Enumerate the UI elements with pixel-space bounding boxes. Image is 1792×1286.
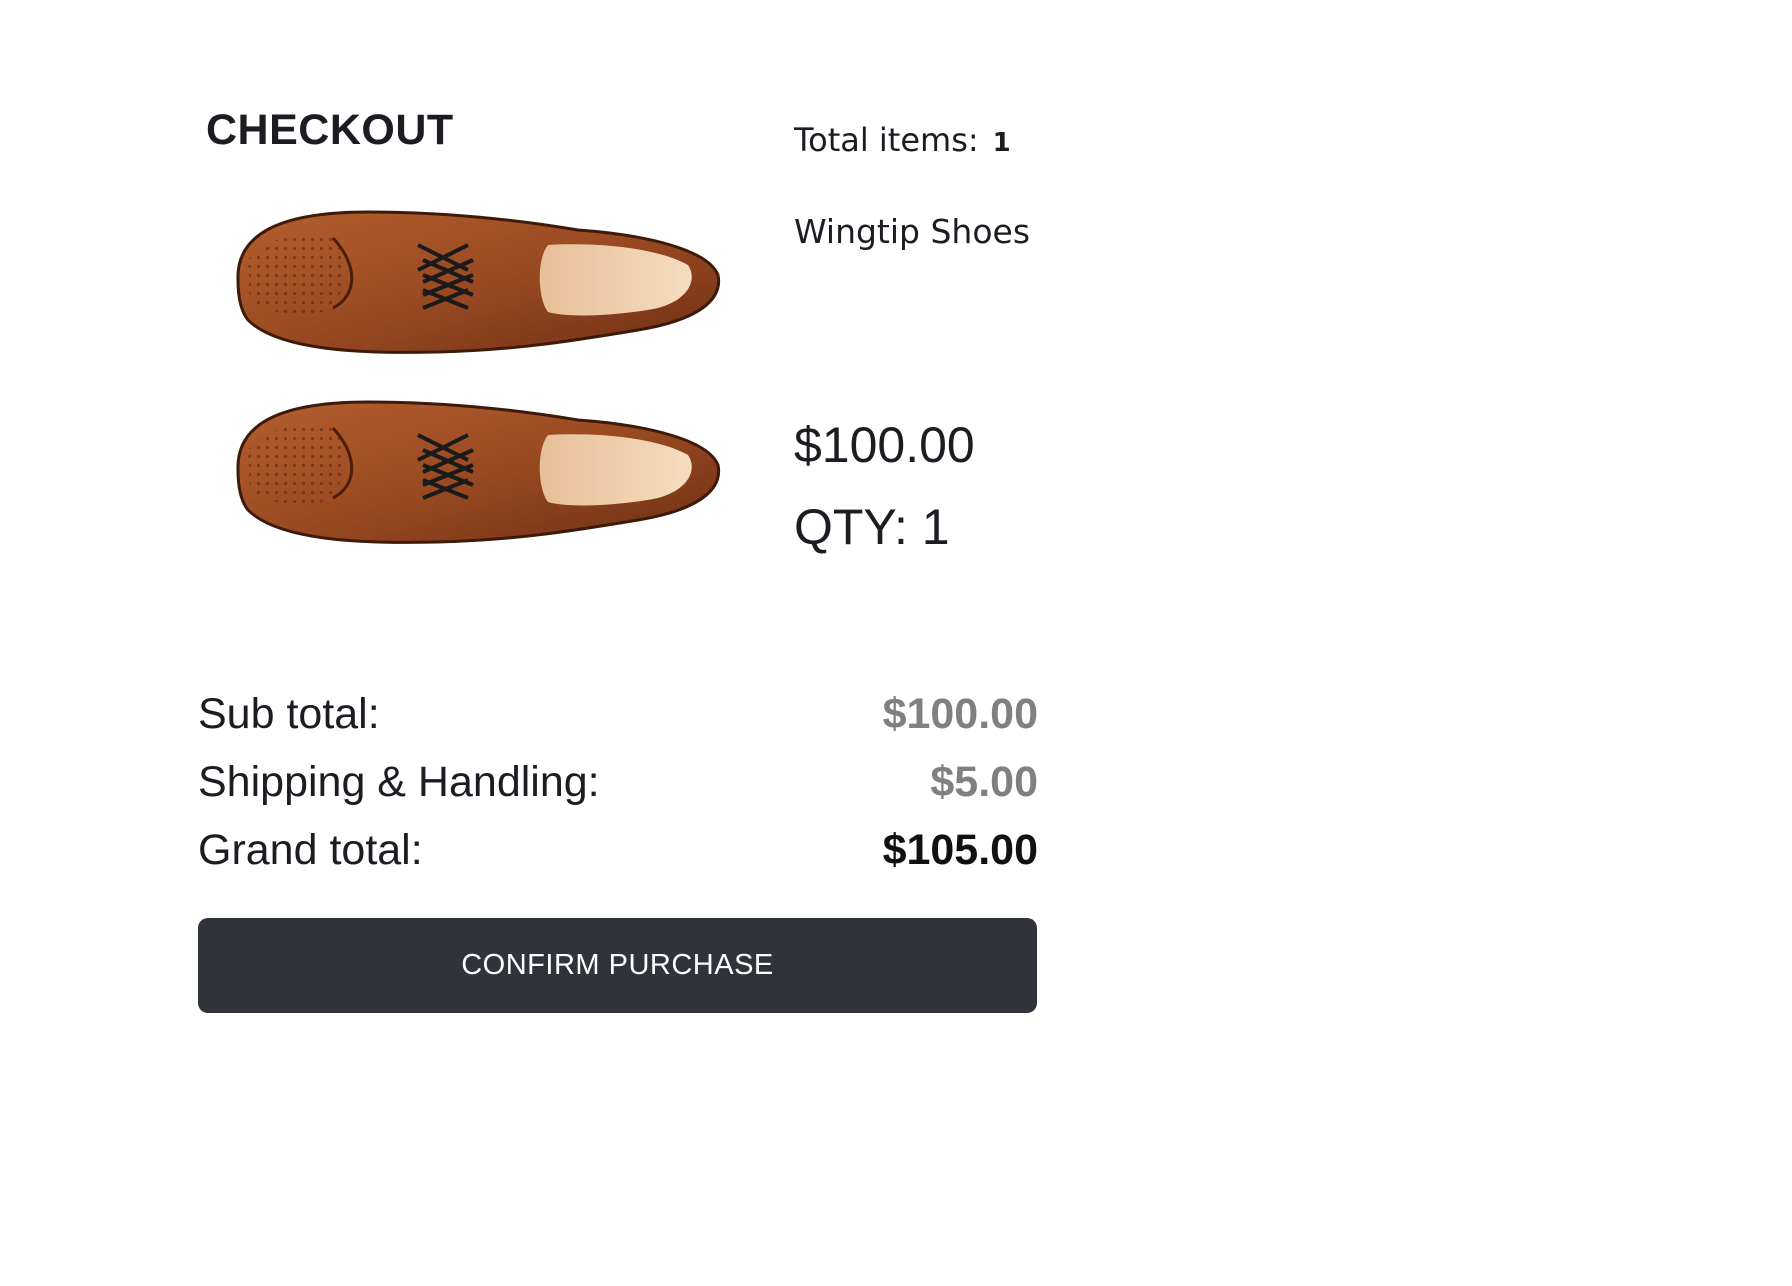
grand-total-value: $105.00 — [882, 825, 1038, 874]
grand-total-row: Grand total: $105.00 — [198, 816, 1038, 884]
total-items: Total items: 1 — [794, 118, 1011, 165]
grand-total-label: Grand total: — [198, 825, 423, 874]
product-price: $100.00 — [794, 417, 975, 473]
shipping-row: Shipping & Handling: $5.00 — [198, 748, 1038, 816]
shoe-top — [236, 210, 721, 354]
shipping-label: Shipping & Handling: — [198, 757, 600, 806]
subtotal-label: Sub total: — [198, 689, 380, 738]
total-items-label: Total items: — [794, 121, 979, 159]
confirm-purchase-button[interactable]: CONFIRM PURCHASE — [198, 918, 1037, 1013]
shoe-bottom — [236, 400, 721, 544]
product-quantity: QTY: 1 — [794, 499, 950, 555]
total-items-count: 1 — [992, 128, 1011, 158]
shipping-value: $5.00 — [930, 757, 1038, 806]
product-image — [236, 210, 721, 544]
subtotal-value: $100.00 — [882, 689, 1038, 738]
page-title: CHECKOUT — [206, 106, 454, 154]
product-name: Wingtip Shoes — [794, 212, 1031, 251]
subtotal-row: Sub total: $100.00 — [198, 680, 1038, 748]
order-summary: Sub total: $100.00 Shipping & Handling: … — [198, 680, 1038, 884]
